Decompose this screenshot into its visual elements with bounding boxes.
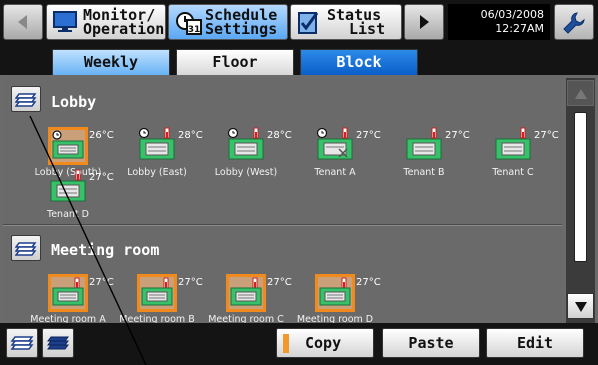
vertical-scrollbar[interactable]	[566, 78, 595, 323]
unit-temperature: 27°C	[445, 130, 470, 141]
tab-strip: Weekly Floor Block	[0, 45, 598, 75]
indoor-unit-icon	[137, 274, 177, 312]
schedule-settings-button[interactable]: 31 Schedule Settings	[168, 4, 288, 40]
indoor-unit-icon	[226, 127, 266, 165]
unit-temperature: 27°C	[356, 130, 381, 141]
previous-menu-button[interactable]	[3, 4, 43, 40]
current-date: 06/03/2008	[480, 8, 544, 21]
unit-meeting-room-c[interactable]: 27°C Meeting room C	[200, 274, 292, 325]
indoor-unit-icon	[48, 274, 88, 312]
paste-button[interactable]: Paste	[382, 328, 480, 358]
unit-temperature: 27°C	[534, 130, 559, 141]
unit-tenant-b[interactable]: 27°C Tenant B	[378, 127, 470, 178]
schedule-label-line2: Settings	[205, 20, 278, 38]
layers-icon	[15, 93, 37, 107]
tab-block[interactable]: Block	[300, 49, 418, 75]
copy-label: Copy	[305, 334, 342, 352]
checklist-icon	[298, 12, 319, 34]
scroll-down-button[interactable]	[567, 293, 594, 319]
status-label-line2: List	[349, 20, 386, 38]
copy-indicator	[283, 334, 289, 353]
unit-tenant-a[interactable]: 27°C Tenant A	[289, 127, 381, 178]
indoor-unit-icon	[226, 274, 266, 312]
unit-temperature: 27°C	[267, 277, 292, 288]
block-select-button-lobby[interactable]	[11, 86, 41, 112]
tab-floor[interactable]: Floor	[176, 49, 294, 75]
indoor-unit-icon	[404, 127, 444, 165]
unit-meeting-room-b[interactable]: 27°C Meeting room B	[111, 274, 203, 325]
bottom-action-bar: Copy Paste Edit	[0, 323, 598, 365]
current-time: 12:27AM	[495, 22, 544, 35]
unit-name: Tenant C	[492, 167, 534, 178]
scroll-up-button[interactable]	[567, 80, 594, 106]
status-list-button[interactable]: Status List	[290, 4, 402, 40]
block-divider	[3, 224, 562, 226]
monitor-operation-button[interactable]: Monitor/Operation	[46, 4, 166, 40]
unit-temperature: 27°C	[89, 277, 114, 288]
unit-meeting-room-d[interactable]: 27°C Meeting room D	[289, 274, 381, 325]
block-title: Lobby	[51, 93, 97, 111]
indoor-unit-icon	[315, 274, 355, 312]
unit-tenant-c[interactable]: 27°C Tenant C	[467, 127, 559, 178]
indoor-unit-icon	[315, 127, 355, 165]
unit-meeting-room-a[interactable]: 27°C Meeting room A	[22, 274, 114, 325]
view-filled-button[interactable]	[42, 328, 74, 358]
wrench-icon	[563, 12, 585, 34]
unit-temperature: 28°C	[267, 130, 292, 141]
monitor-icon	[53, 11, 77, 32]
block-list: Lobby 26°C Lobby (South) 28°C Lobby (Eas…	[3, 78, 562, 325]
scroll-thumb[interactable]	[574, 112, 587, 262]
copy-button[interactable]: Copy	[276, 328, 374, 358]
triangle-up-icon	[574, 89, 587, 99]
layers-outline-icon	[10, 336, 34, 350]
unit-temperature: 27°C	[178, 277, 203, 288]
date-time-display: 06/03/2008 12:27AM	[448, 4, 550, 40]
arrow-right-icon	[420, 15, 429, 29]
calendar-clock-icon: 31	[176, 12, 202, 35]
unit-lobby-west[interactable]: 28°C Lobby (West)	[200, 127, 292, 178]
schedule-block-screen: Monitor/Operation 31 Schedule Settings St…	[0, 0, 598, 365]
maintenance-button[interactable]	[554, 4, 594, 40]
unit-name: Tenant D	[47, 209, 89, 220]
unit-temperature: 27°C	[89, 172, 114, 183]
next-menu-button[interactable]	[404, 4, 444, 40]
indoor-unit-icon	[493, 127, 533, 165]
arrow-left-icon	[18, 15, 27, 29]
indoor-unit-icon	[48, 169, 88, 207]
calendar-day-text: 31	[188, 25, 201, 35]
unit-temperature: 28°C	[178, 130, 203, 141]
unit-temperature: 26°C	[89, 130, 114, 141]
block-select-button-meeting-room[interactable]	[11, 235, 41, 261]
monitor-label-line2: Operation	[83, 20, 165, 38]
unit-lobby-east[interactable]: 28°C Lobby (East)	[111, 127, 203, 178]
edit-button[interactable]: Edit	[486, 328, 584, 358]
tab-weekly[interactable]: Weekly	[52, 49, 170, 75]
unit-temperature: 27°C	[356, 277, 381, 288]
top-menu-bar: Monitor/Operation 31 Schedule Settings St…	[0, 0, 598, 45]
triangle-down-icon	[574, 302, 587, 312]
unit-tenant-d[interactable]: 27°C Tenant D	[22, 169, 114, 220]
view-outline-button[interactable]	[6, 328, 38, 358]
layers-filled-icon	[47, 336, 69, 350]
indoor-unit-icon	[137, 127, 177, 165]
indoor-unit-icon	[48, 127, 88, 165]
block-title: Meeting room	[51, 241, 160, 259]
layers-icon	[15, 242, 37, 256]
